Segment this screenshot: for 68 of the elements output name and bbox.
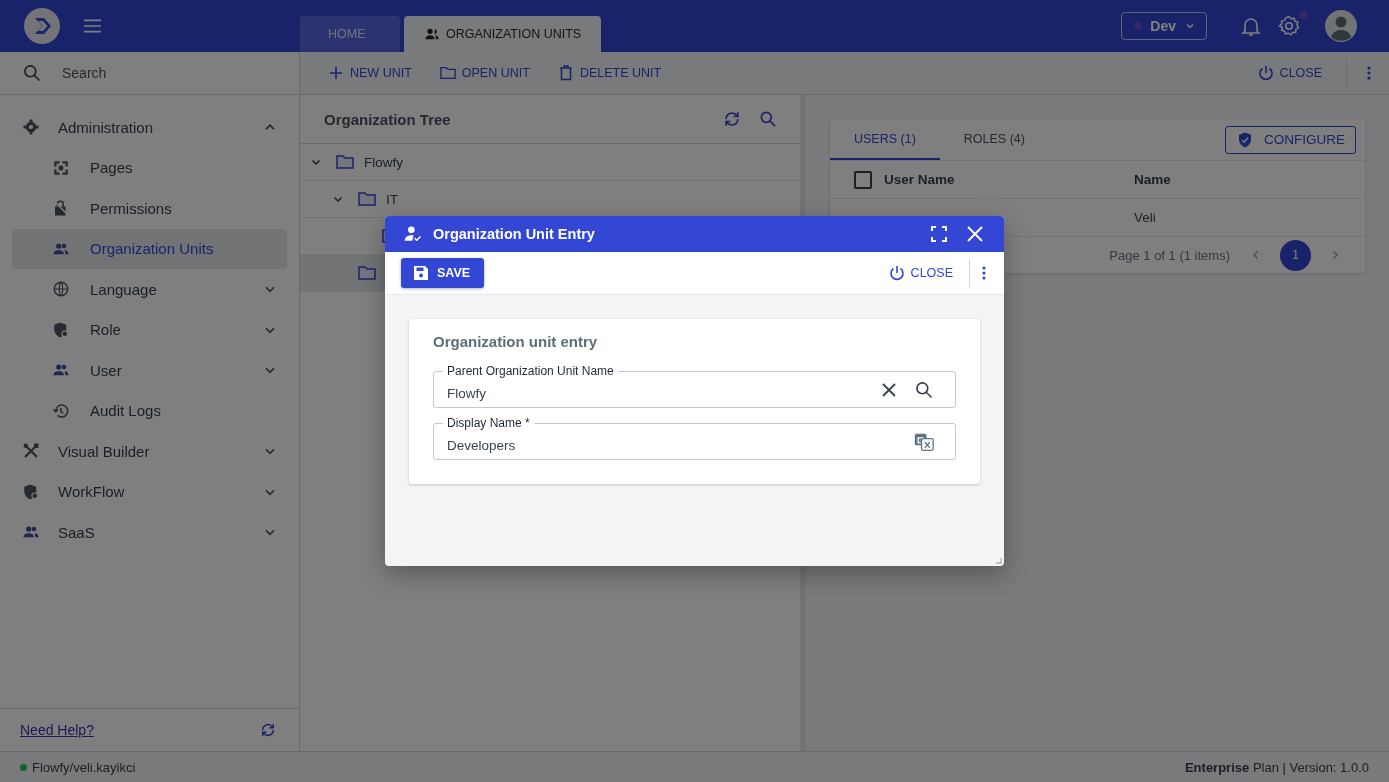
close-button[interactable]: CLOSE xyxy=(1247,59,1332,87)
members-tab[interactable]: USERS (1) xyxy=(830,119,940,160)
menu-item[interactable]: SaaS xyxy=(12,512,287,553)
search-icon xyxy=(22,63,42,83)
section-title: Organization unit entry xyxy=(433,333,599,350)
tree-label: IT xyxy=(386,191,398,207)
menu-item[interactable]: Pages xyxy=(12,147,287,188)
fullscreen-icon[interactable] xyxy=(930,225,948,243)
table-cell: Veli xyxy=(1134,210,1156,225)
shield-icon xyxy=(52,320,70,339)
panel-title: Organization Tree xyxy=(324,110,451,128)
toolbar-button[interactable]: DELETE UNIT xyxy=(547,59,672,87)
plan-version: Enterprise Plan | Version: 1.0.0 xyxy=(1184,759,1369,775)
menu-item[interactable]: Visual Builder xyxy=(12,431,287,472)
menu-item[interactable]: Permissions xyxy=(12,188,287,229)
search-field[interactable]: Search xyxy=(60,64,264,82)
checkbox[interactable] xyxy=(854,170,872,189)
shield-icon xyxy=(22,482,40,501)
folder-icon xyxy=(439,65,456,81)
dot-icon xyxy=(1134,22,1143,30)
settings-icon[interactable] xyxy=(1277,14,1301,38)
column-header: Name xyxy=(1134,172,1171,187)
menu-item[interactable]: Audit Logs xyxy=(12,390,287,431)
environment-dropdown[interactable]: Dev xyxy=(1121,12,1207,40)
trash-icon xyxy=(557,65,574,81)
toolbar-button[interactable]: NEW UNIT xyxy=(318,59,422,87)
tree-label: Flowfy xyxy=(364,154,403,170)
pages-icon xyxy=(52,158,70,177)
close-button[interactable]: CLOSE xyxy=(878,259,963,287)
menu-item[interactable]: Language xyxy=(12,269,287,310)
save-button[interactable]: SAVE xyxy=(401,258,485,288)
tree-row[interactable]: Flowfy xyxy=(300,144,800,181)
page-summary: Page 1 of 1 (1 items) xyxy=(1109,247,1230,263)
user-path: Flowfy/veli.kayikci xyxy=(32,759,136,775)
menu-icon[interactable] xyxy=(84,19,101,33)
shield-check-icon xyxy=(1236,130,1254,149)
translate-icon[interactable] xyxy=(914,432,934,452)
dialog-title: Organization Unit Entry xyxy=(433,226,595,242)
folder-icon xyxy=(358,266,376,280)
configure-button[interactable]: CONFIGURE xyxy=(1225,125,1356,154)
people-icon xyxy=(424,26,440,42)
power-icon xyxy=(1257,65,1274,81)
page-number[interactable]: 1 xyxy=(1280,239,1311,271)
avatar-icon[interactable] xyxy=(1325,10,1357,42)
close-icon[interactable] xyxy=(966,225,984,243)
folder-icon xyxy=(336,155,354,169)
folder-icon xyxy=(358,192,376,206)
resize-handle-icon[interactable] xyxy=(995,557,1002,564)
user-check-icon xyxy=(403,224,423,244)
column-header: User Name xyxy=(884,172,956,187)
members-tab[interactable]: ROLES (4) xyxy=(939,119,1049,160)
clear-icon[interactable] xyxy=(880,381,898,399)
search-icon[interactable] xyxy=(914,380,934,400)
refresh-icon[interactable] xyxy=(722,109,742,129)
refresh-icon[interactable] xyxy=(259,721,277,739)
help-link[interactable]: Need Help? xyxy=(20,722,94,738)
page-tab[interactable]: HOME xyxy=(300,16,400,52)
menu-item[interactable]: WorkFlow xyxy=(12,471,287,512)
menu-item[interactable]: Administration xyxy=(12,107,287,148)
power-icon xyxy=(888,265,905,281)
page-tab[interactable]: ORGANIZATION UNITS xyxy=(404,16,602,52)
menu-item[interactable]: Organization Units xyxy=(12,228,287,269)
logo-icon xyxy=(24,8,60,44)
plus-icon xyxy=(328,65,344,81)
toolbar-button[interactable]: OPEN UNIT xyxy=(429,59,540,87)
menu-item[interactable]: Role xyxy=(12,309,287,350)
gear-icon xyxy=(22,118,40,137)
menu-item[interactable]: User xyxy=(12,350,287,391)
